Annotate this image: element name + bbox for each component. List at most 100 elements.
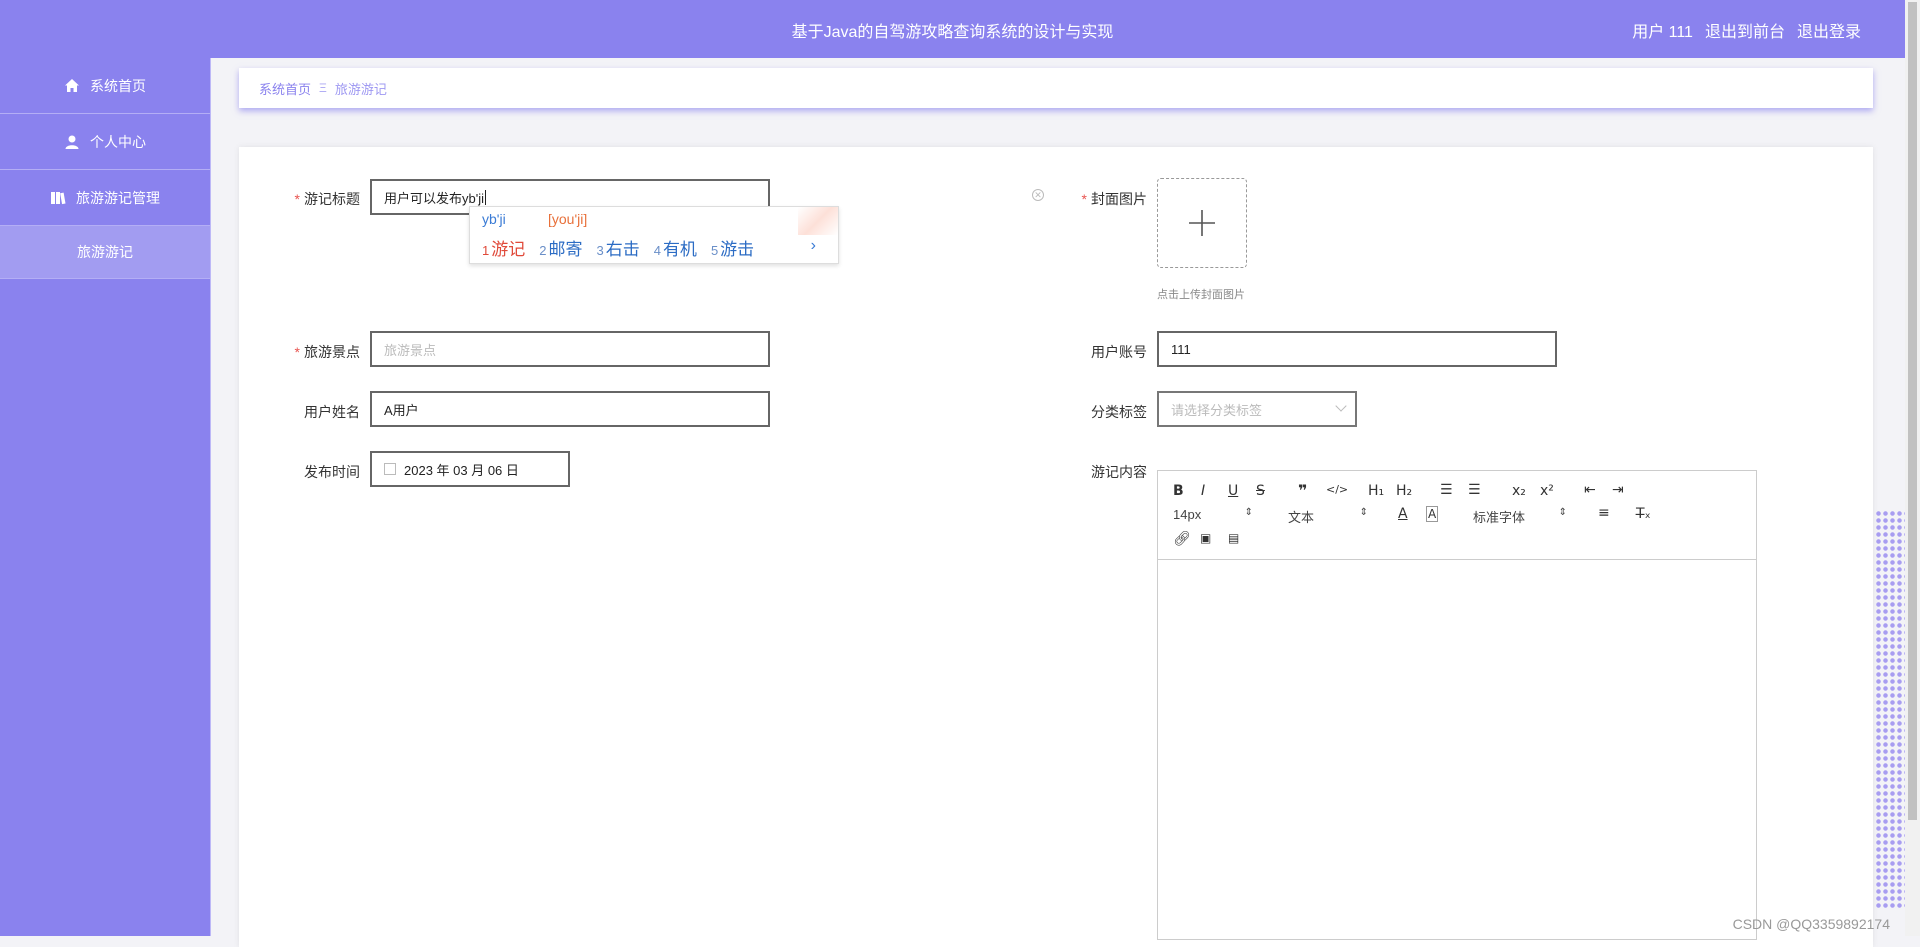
ime-candidate-number: 5 (710, 243, 719, 258)
editor-toolbar: B I U S ❞ </> H₁ H₂ ☰ ☰ x₂ x² ⇤ ⇥ 14px ⇕ … (1158, 471, 1756, 560)
strike-icon[interactable]: S (1256, 483, 1265, 499)
font-family-select[interactable]: 标准字体 ⇕ (1473, 507, 1567, 526)
code-block-icon[interactable]: </> (1326, 483, 1348, 496)
ime-candidate[interactable]: 3 右击 (596, 235, 639, 260)
current-user: 用户 111 (1632, 24, 1693, 41)
account-input[interactable]: 111 (1157, 331, 1557, 367)
back-to-front-link[interactable]: 退出到前台 (1705, 18, 1785, 42)
sidebar-item-home[interactable]: 系统首页 (0, 58, 210, 114)
cover-label: * 封面图片 (1037, 189, 1147, 209)
sidebar-item-travel-notes-manage[interactable]: 旅游游记管理 (0, 170, 210, 226)
sidebar-item-label: 系统首页 (90, 77, 146, 94)
scrollbar-thumb[interactable] (1908, 2, 1917, 820)
breadcrumb-home[interactable]: 系统首页 (259, 79, 311, 98)
text-type-select[interactable]: 文本 ⇕ (1288, 507, 1368, 526)
sidebar-item-label: 个人中心 (90, 133, 146, 150)
logout-link[interactable]: 退出登录 (1797, 18, 1861, 42)
tag-label: 分类标签 (1091, 404, 1147, 420)
font-family-value: 标准字体 (1473, 510, 1526, 525)
top-bar: 基于Java的自驾游攻略查询系统的设计与实现 用户 111 退出到前台 退出登录 (0, 0, 1905, 58)
chevron-down-icon (1335, 400, 1347, 412)
required-mark: * (294, 344, 300, 360)
time-value: 2023 年 03 月 06 日 (404, 462, 519, 478)
ime-hint: [you'ji] (548, 211, 588, 227)
updown-icon: ⇕ (1558, 507, 1567, 518)
title-input-value: 用户可以发布yb'ji (384, 190, 484, 206)
heading2-icon[interactable]: H₂ (1396, 483, 1412, 499)
ime-candidate-text: 右击 (605, 240, 640, 259)
ime-candidate-text: 游记 (491, 240, 526, 259)
ime-candidate[interactable]: 4 有机 (654, 235, 697, 260)
clear-format-icon[interactable]: T̶ₓ (1636, 506, 1651, 522)
align-icon[interactable]: ≡ (1598, 505, 1610, 521)
book-icon (51, 191, 66, 204)
spot-label-text: 旅游景点 (304, 344, 360, 360)
breadcrumb-separator: Ξ (319, 81, 327, 95)
indent-decrease-icon[interactable]: ⇤ (1584, 482, 1596, 498)
font-size-select[interactable]: 14px ⇕ (1173, 507, 1253, 522)
bullet-list-icon[interactable]: ☰ (1468, 482, 1481, 498)
ime-candidates: 1 游记 2 邮寄 3 右击 4 有机 5 游击 (482, 235, 754, 260)
spot-label: * 旅游景点 (250, 342, 360, 362)
account-label: 用户账号 (1091, 344, 1147, 360)
heading1-icon[interactable]: H₁ (1368, 483, 1384, 499)
underline-icon[interactable]: U (1228, 483, 1238, 499)
sidebar-item-profile[interactable]: 个人中心 (0, 114, 210, 170)
ime-next-page-button[interactable]: › (811, 237, 816, 255)
ime-candidate-number: 2 (539, 243, 547, 258)
breadcrumb-current: 旅游游记 (334, 81, 387, 97)
ime-candidate-number: 3 (596, 243, 604, 258)
indent-increase-icon[interactable]: ⇥ (1612, 482, 1624, 498)
ime-candidate-text: 游击 (720, 240, 755, 259)
italic-icon[interactable]: I (1201, 483, 1205, 499)
sidebar-item-label: 旅游游记 (77, 244, 133, 260)
name-label: 用户姓名 (304, 404, 360, 420)
ime-candidate[interactable]: 1 游记 (482, 235, 525, 260)
ordered-list-icon[interactable]: ☰ (1440, 482, 1453, 498)
ime-candidate-number: 1 (482, 243, 490, 258)
ime-candidate-number: 4 (653, 243, 661, 258)
plus-icon (1189, 210, 1215, 236)
time-label: 发布时间 (304, 464, 360, 480)
app-title: 基于Java的自驾游攻略查询系统的设计与实现 (791, 24, 1114, 41)
content-label: 游记内容 (1091, 464, 1147, 480)
background-color-icon[interactable]: A (1426, 506, 1439, 522)
tag-select[interactable]: 请选择分类标签 (1157, 391, 1357, 427)
bold-icon[interactable]: B (1173, 483, 1184, 499)
cover-upload-button[interactable] (1157, 178, 1247, 268)
time-date-picker[interactable]: 2023 年 03 月 06 日 (370, 451, 570, 487)
ime-candidate-popup: yb'ji [you'ji] 1 游记 2 邮寄 3 右击 4 有机 5 游击 › (469, 206, 839, 264)
title-label-text: 游记标题 (304, 191, 360, 207)
text-type-value: 文本 (1288, 510, 1315, 525)
rich-text-editor: B I U S ❞ </> H₁ H₂ ☰ ☰ x₂ x² ⇤ ⇥ 14px ⇕ … (1157, 470, 1757, 940)
video-icon[interactable]: ▤ (1228, 531, 1239, 545)
superscript-icon[interactable]: x² (1540, 483, 1554, 499)
required-mark: * (1081, 191, 1087, 207)
ime-pinyin: yb'ji (482, 211, 506, 227)
subscript-icon[interactable]: x₂ (1512, 483, 1526, 499)
blockquote-icon[interactable]: ❞ (1298, 481, 1307, 500)
ime-candidate-text: 有机 (662, 240, 697, 259)
ime-candidate[interactable]: 5 游击 (711, 235, 754, 260)
header-actions: 用户 111 退出到前台 退出登录 (1632, 18, 1861, 42)
spot-input[interactable]: 旅游景点 (370, 331, 770, 367)
updown-icon: ⇕ (1359, 507, 1368, 518)
page-scrollbar[interactable] (1905, 0, 1920, 936)
name-value: A用户 (384, 402, 419, 418)
image-icon[interactable]: ▣ (1200, 531, 1211, 545)
watermark: CSDN @QQ3359892174 (1732, 916, 1890, 932)
link-icon[interactable]: 🔗︎ (1173, 531, 1191, 547)
ime-candidate[interactable]: 2 邮寄 (539, 235, 582, 260)
cover-upload-tip: 点击上传封面图片 (1157, 289, 1245, 301)
sidebar-item-travel-notes[interactable]: 旅游游记 (0, 226, 210, 279)
editor-content-area[interactable] (1158, 560, 1756, 940)
sidebar: 系统首页 个人中心 旅游游记管理 旅游游记 (0, 58, 211, 936)
name-input[interactable]: A用户 (370, 391, 770, 427)
font-color-icon[interactable]: A (1398, 506, 1408, 522)
spot-placeholder: 旅游景点 (384, 342, 437, 358)
font-size-value: 14px (1173, 507, 1202, 522)
account-value: 111 (1171, 341, 1191, 357)
required-mark: * (294, 191, 300, 207)
home-icon (65, 78, 79, 92)
sidebar-item-label: 旅游游记管理 (76, 189, 160, 206)
